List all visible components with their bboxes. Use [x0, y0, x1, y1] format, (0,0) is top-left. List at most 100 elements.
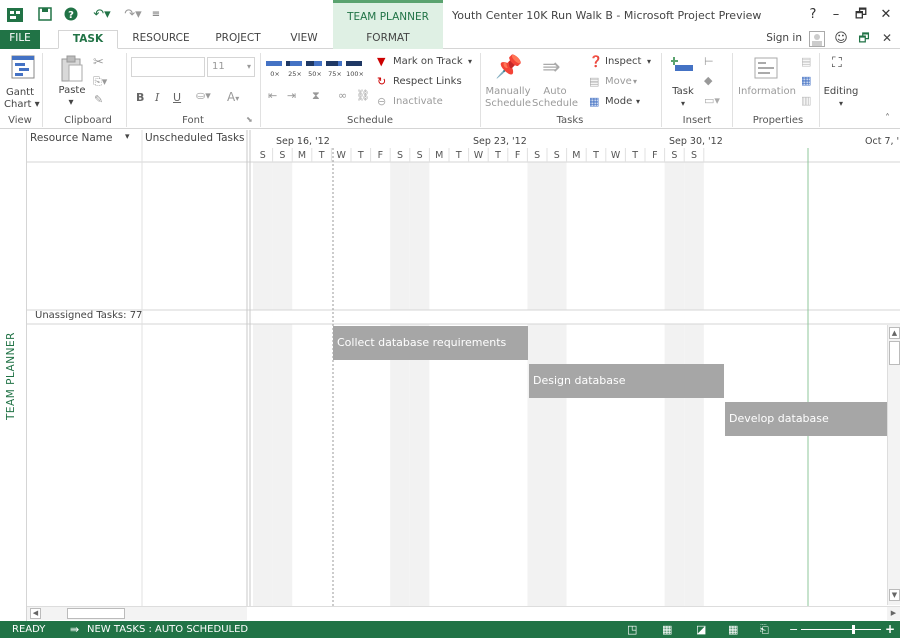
task-bar[interactable]: Develop database [725, 402, 887, 436]
font-color-button[interactable]: A▾ [227, 90, 239, 104]
close-button[interactable]: ✕ [875, 6, 897, 24]
notes-icon[interactable]: ▤ [801, 55, 811, 68]
scroll-down-icon[interactable]: ▼ [889, 589, 900, 601]
vertical-scrollbar[interactable]: ▲ ▼ [887, 325, 900, 605]
horizontal-scroll-thumb[interactable] [67, 608, 125, 619]
inspect-dropdown-icon[interactable]: ▾ [647, 56, 651, 68]
report-view-icon[interactable]: ⎗ [760, 621, 769, 638]
font-name-box[interactable] [131, 57, 205, 77]
pct-50-button[interactable]: 50× [305, 68, 325, 80]
mode-dropdown-icon[interactable]: ▾ [636, 96, 640, 108]
save-icon[interactable] [36, 7, 54, 23]
scroll-left-icon[interactable]: ◀ [30, 608, 41, 619]
paste-dropdown-icon[interactable]: ▾ [63, 97, 79, 109]
mark-on-track-icon[interactable]: ▼ [377, 55, 385, 68]
mode-icon[interactable]: ▦ [589, 95, 599, 108]
collapse-ribbon-icon[interactable]: ˄ [885, 113, 890, 124]
split-task-icon[interactable]: ⧗ [312, 89, 320, 103]
scroll-right-icon[interactable]: ▶ [887, 606, 900, 620]
ribbon-display-options-icon[interactable]: 🗗 [855, 30, 873, 49]
team-planner-view-icon[interactable]: ◪ [696, 621, 706, 638]
close-document-icon[interactable]: ✕ [878, 30, 896, 49]
underline-button[interactable]: U [173, 91, 181, 104]
vertical-scroll-thumb[interactable] [889, 341, 900, 365]
font-size-dropdown-icon[interactable]: ▾ [247, 58, 251, 76]
minimize-button[interactable]: – [825, 6, 847, 24]
resource-name-filter-icon[interactable]: ▾ [125, 132, 130, 162]
respect-links-icon[interactable]: ↻ [377, 75, 386, 88]
scroll-up-icon[interactable]: ▲ [889, 327, 900, 339]
task-label[interactable]: Task [666, 86, 700, 98]
mode-button[interactable]: Mode [605, 96, 632, 108]
inspect-button[interactable]: Inspect [605, 56, 641, 68]
information-label[interactable]: Information [738, 86, 796, 98]
auto-schedule-label-line2[interactable]: Schedule [531, 98, 579, 110]
gantt-chart-label[interactable]: Gantt [4, 87, 36, 99]
auto-schedule-arrow-icon[interactable]: ⇛ [542, 55, 560, 80]
zoom-slider-thumb[interactable] [852, 625, 855, 634]
background-color-icon[interactable]: ⛀▾ [196, 89, 211, 102]
indent-icon[interactable]: ⇥ [287, 89, 296, 102]
format-painter-icon[interactable]: ✎ [94, 93, 103, 106]
manually-schedule-label[interactable]: Manually [484, 86, 532, 98]
unscheduled-tasks-header[interactable]: Unscheduled Tasks [145, 132, 245, 162]
link-tasks-icon[interactable]: ∞ [338, 89, 347, 102]
font-size-box[interactable]: 11 ▾ [207, 57, 255, 77]
horizontal-scrollbar[interactable]: ◀ [27, 606, 247, 620]
help-button[interactable]: ? [802, 6, 824, 24]
move-icon[interactable]: ▤ [589, 75, 599, 88]
deliverable-icon[interactable]: ▭▾ [704, 94, 720, 107]
outdent-icon[interactable]: ⇤ [268, 89, 277, 102]
manually-schedule-label-line2[interactable]: Schedule [484, 98, 532, 110]
paste-icon[interactable] [59, 55, 85, 86]
editing-label[interactable]: Editing [822, 86, 860, 98]
binoculars-icon[interactable]: ⛶ [832, 55, 842, 71]
respect-links-button[interactable]: Respect Links [393, 76, 462, 88]
zoom-slider[interactable] [801, 629, 881, 630]
cut-icon[interactable]: ✂ [93, 55, 104, 70]
font-dialog-launcher-icon[interactable]: ⬊ [246, 115, 253, 124]
inactivate-icon[interactable]: ⊖ [377, 95, 386, 108]
resource-name-header[interactable]: Resource Name [30, 132, 112, 162]
move-dropdown-icon[interactable]: ▾ [633, 76, 637, 88]
resource-sheet-view-icon[interactable]: ▦ [728, 621, 738, 638]
pushpin-icon[interactable]: 📌 [495, 55, 522, 80]
summary-icon[interactable]: ⊢ [704, 55, 714, 68]
sign-in-link[interactable]: Sign in [756, 30, 802, 49]
timeline-horizontal-scrollbar[interactable] [247, 606, 887, 620]
customize-qat-icon[interactable]: ≡ [150, 7, 162, 23]
unlink-tasks-icon[interactable]: ⛓ [356, 89, 370, 102]
restore-button[interactable]: 🗗 [850, 6, 872, 24]
tab-project[interactable]: PROJECT [210, 30, 266, 49]
task-bar[interactable]: Design database [529, 364, 724, 398]
redo-icon[interactable]: ↷▾ [120, 7, 146, 23]
tab-format[interactable]: FORMAT [333, 30, 443, 49]
copy-icon[interactable]: ⎘▾ [93, 75, 107, 89]
network-diagram-view-icon[interactable]: ◳ [627, 621, 637, 638]
task-dropdown-icon[interactable]: ▾ [676, 98, 690, 110]
tab-resource[interactable]: RESOURCE [128, 30, 194, 49]
gantt-view-icon[interactable]: ▦ [662, 621, 672, 638]
milestone-icon[interactable]: ◆ [704, 74, 712, 87]
italic-button[interactable]: I [155, 91, 159, 104]
user-avatar-icon[interactable] [808, 30, 826, 49]
smiley-feedback-icon[interactable]: ☺ [832, 30, 850, 49]
mark-on-track-button[interactable]: Mark on Track [393, 56, 463, 68]
insert-task-icon[interactable] [670, 55, 695, 80]
zoom-out-icon[interactable]: − [789, 621, 798, 638]
new-tasks-mode-status[interactable]: NEW TASKS : AUTO SCHEDULED [87, 621, 248, 638]
add-to-timeline-icon[interactable]: ▥ [801, 94, 811, 107]
bold-button[interactable]: B [136, 91, 144, 104]
move-button[interactable]: Move [605, 76, 632, 88]
pct-25-button[interactable]: 25× [285, 68, 305, 80]
undo-icon[interactable]: ↶▾ [88, 7, 116, 23]
pct-75-button[interactable]: 75× [325, 68, 345, 80]
tab-view[interactable]: VIEW [282, 30, 326, 49]
editing-dropdown-icon[interactable]: ▾ [834, 98, 848, 110]
help-circle-icon[interactable]: ? [62, 7, 80, 23]
mark-on-track-dropdown-icon[interactable]: ▾ [468, 56, 472, 68]
pct-0-button[interactable]: 0× [265, 68, 285, 80]
task-bar[interactable]: Collect database requirements [333, 326, 528, 360]
font-color-dropdown-icon[interactable]: ▾ [235, 94, 239, 103]
zoom-in-icon[interactable]: + [885, 621, 895, 638]
